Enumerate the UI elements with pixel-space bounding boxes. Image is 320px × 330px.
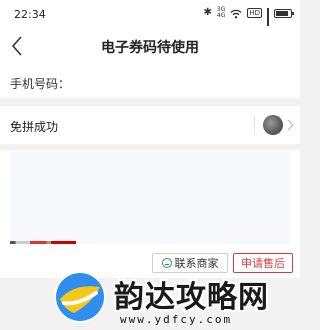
- row-divider: [254, 115, 255, 135]
- watermark-url: www.ydfcy.com: [120, 313, 233, 326]
- battery-fill: [276, 10, 288, 16]
- contact-merchant-label: 联系商家: [174, 257, 219, 270]
- product-thumbnail-strip: [10, 241, 76, 244]
- watermark-text: 韵达攻略网: [114, 280, 269, 315]
- network-type-icon: 3G 4G: [217, 7, 225, 19]
- chat-icon: [161, 258, 172, 268]
- wifi-icon: [230, 4, 242, 23]
- contact-merchant-button[interactable]: 联系商家: [152, 253, 228, 273]
- nav-bar: 电子券码待使用: [0, 26, 300, 67]
- group-status-row[interactable]: 免拼成功: [0, 106, 300, 144]
- status-time: 22:34: [14, 8, 46, 21]
- chevron-right-icon: [287, 119, 294, 131]
- bluetooth-icon: ✱: [203, 7, 212, 18]
- voucher-card: 联系商家 申请售后: [0, 150, 300, 278]
- watermark-logo-icon: [54, 271, 106, 323]
- group-status-label: 免拼成功: [10, 120, 59, 134]
- hd-icon: HD: [247, 8, 262, 18]
- status-icons: ✱ 3G 4G HD: [203, 7, 294, 33]
- phone-row: 手机号码：: [0, 66, 300, 98]
- avatar[interactable]: [263, 115, 283, 135]
- after-sales-button[interactable]: 申请售后: [233, 253, 293, 273]
- signal-icon: [267, 8, 269, 33]
- battery-icon: [274, 8, 294, 18]
- page-title: 电子券码待使用: [101, 40, 199, 56]
- network-type-bottom: 4G: [216, 12, 226, 19]
- status-bar: 22:34 ✱ 3G 4G HD: [0, 0, 300, 33]
- voucher-code-area: [10, 152, 290, 244]
- phone-label: 手机号码：: [10, 77, 71, 91]
- after-sales-label: 申请售后: [241, 257, 285, 270]
